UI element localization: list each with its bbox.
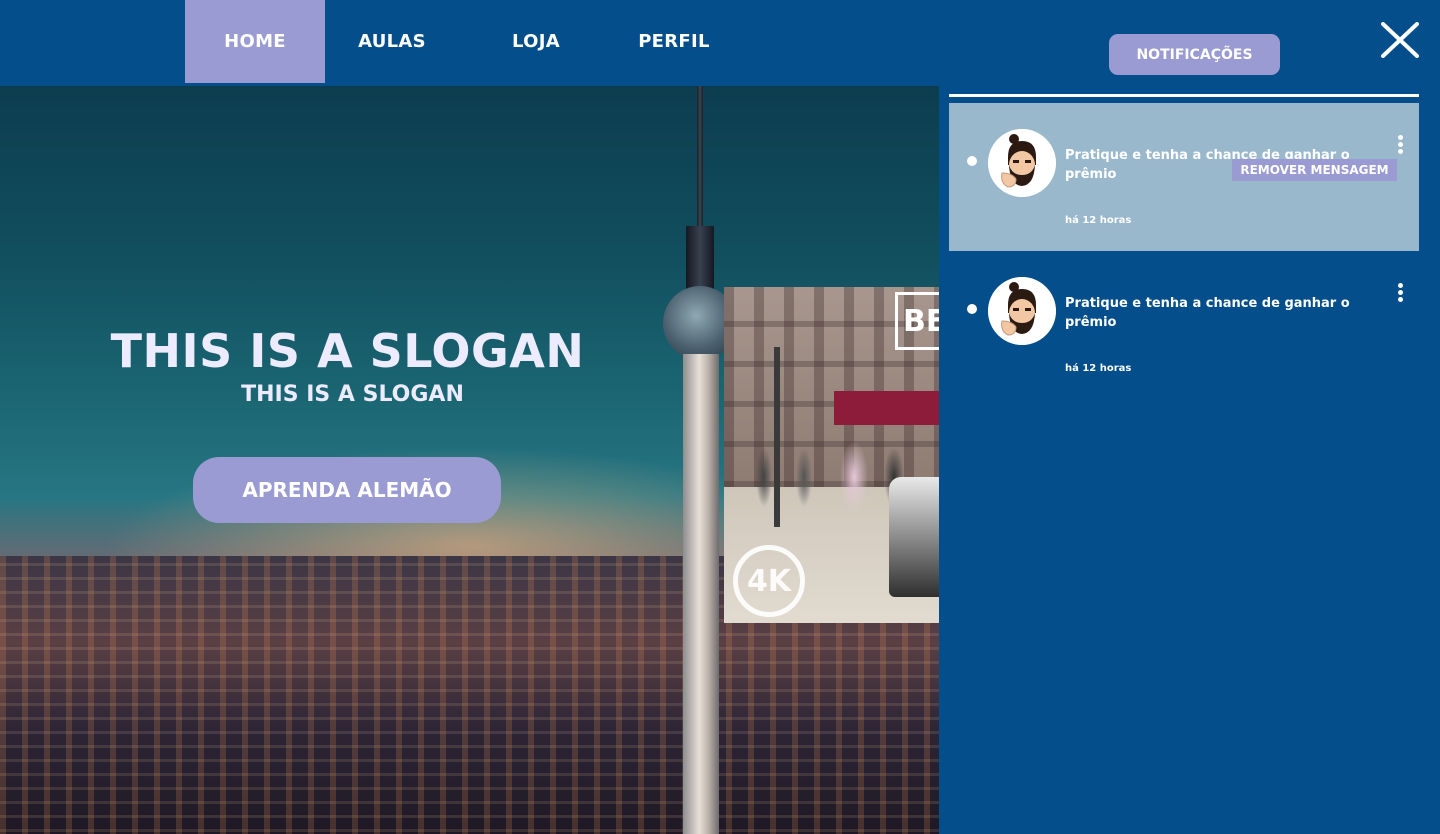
notification-item[interactable]: Pratique e tenha a chance de ganhar o pr… [949, 103, 1419, 251]
close-icon[interactable] [1380, 22, 1420, 58]
remove-message-button[interactable]: REMOVER MENSAGEM [1232, 159, 1397, 181]
notification-item[interactable]: Pratique e tenha a chance de ganhar o pr… [949, 251, 1419, 399]
video-thumbnail[interactable]: BE 4K [724, 287, 939, 623]
notification-message: Pratique e tenha a chance de ganhar o pr… [1065, 296, 1350, 330]
hero-slogan-subtitle: THIS IS A SLOGAN [241, 382, 464, 407]
hero-slogan-title: THIS IS A SLOGAN [110, 324, 585, 378]
hero-banner: BE 4K THIS IS A SLOGAN THIS IS A SLOGAN … [0, 86, 939, 834]
notification-time: há 12 horas [1065, 363, 1132, 374]
notifications-button[interactable]: NOTIFICAÇÕES [1109, 34, 1280, 75]
unread-dot-icon [967, 156, 977, 166]
tv-tower-shaft [683, 354, 719, 834]
unread-dot-icon [967, 304, 977, 314]
learn-german-button[interactable]: APRENDA ALEMÃO [193, 457, 501, 523]
nav-tab-loja[interactable]: LOJA [466, 0, 606, 83]
nav-tab-perfil[interactable]: PERFIL [606, 0, 742, 83]
4k-badge-icon: 4K [733, 545, 805, 617]
notification-time: há 12 horas [1065, 215, 1132, 226]
nav-tab-aulas[interactable]: AULAS [325, 0, 459, 83]
video-awning [834, 391, 939, 425]
video-stroller [889, 477, 939, 597]
avatar [988, 277, 1056, 345]
avatar [988, 129, 1056, 197]
more-options-icon[interactable] [1395, 283, 1405, 305]
more-options-icon[interactable] [1395, 135, 1405, 157]
nav-tab-home[interactable]: HOME [185, 0, 325, 83]
panel-divider [949, 94, 1419, 97]
video-street-sign: BE [895, 292, 939, 350]
tv-tower-mast [697, 86, 703, 236]
top-navigation-bar: HOME AULAS LOJA PERFIL NOTIFICAÇÕES [0, 0, 1440, 86]
